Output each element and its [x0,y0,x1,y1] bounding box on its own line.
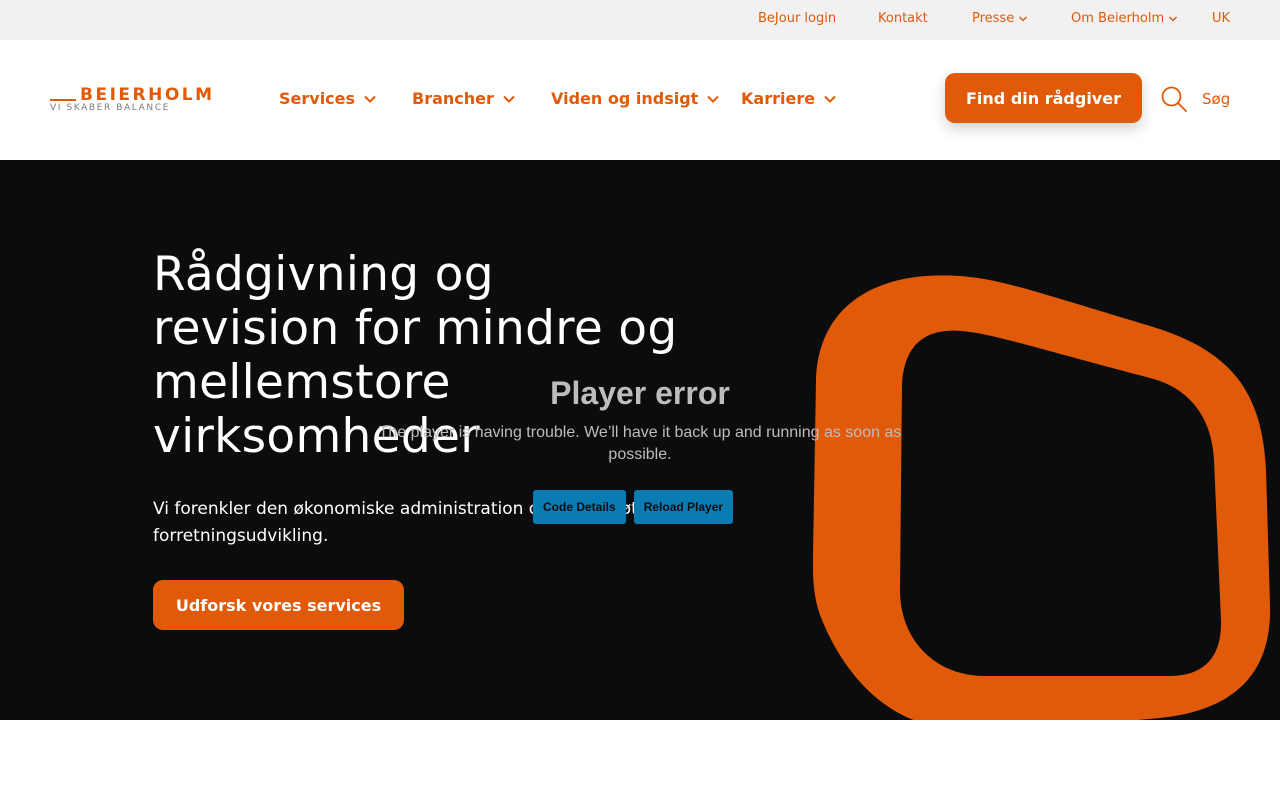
presse-label: Presse [972,11,1015,26]
chevron-down-icon [364,95,376,103]
player-error-title: Player error [550,375,730,411]
search-label[interactable]: Søg [1202,90,1230,108]
nav-karriere[interactable]: Karriere [741,89,837,108]
explore-services-button[interactable]: Udforsk vores services [153,580,404,630]
logo-accent-line [50,99,76,101]
logo-wordmark: BEIERHOLM [80,85,215,105]
utility-bar: BeJour login Kontakt Presse Om Beierholm… [0,0,1280,40]
logo-tagline: VI SKABER BALANCE [50,103,170,113]
nav-services[interactable]: Services [279,89,377,108]
kontakt-link[interactable]: Kontakt [878,11,928,26]
code-details-button[interactable]: Code Details [533,490,626,524]
nav-brancher[interactable]: Brancher [412,89,516,108]
main-header: BEIERHOLM VI SKABER BALANCE Services Bra… [0,40,1280,160]
presse-link[interactable]: Presse [972,11,1028,26]
player-error-actions: Code Details Reload Player [533,490,734,524]
player-error-overlay: Player error The player is having troubl… [360,375,920,524]
om-beierholm-label: Om Beierholm [1071,11,1165,26]
search-icon[interactable] [1160,85,1188,113]
uk-language-link[interactable]: UK [1212,11,1230,26]
nav-brancher-label: Brancher [412,89,494,108]
chevron-down-icon [707,95,720,103]
chevron-down-icon [1169,15,1178,22]
nav-karriere-label: Karriere [741,89,816,108]
bejour-login-link[interactable]: BeJour login [758,11,836,26]
player-error-message: The player is having trouble. We’ll have… [378,424,902,463]
chevron-down-icon [1019,15,1028,22]
nav-services-label: Services [279,89,356,108]
chevron-down-icon [503,95,515,103]
kontakt-label: Kontakt [878,11,928,26]
beierholm-logo[interactable]: BEIERHOLM VI SKABER BALANCE [50,85,230,115]
om-beierholm-link[interactable]: Om Beierholm [1071,11,1178,26]
bejour-login-label: BeJour login [758,11,837,26]
decorative-orange-shape [812,275,1271,720]
chevron-down-icon [824,95,836,103]
find-advisor-button[interactable]: Find din rådgiver [945,73,1142,123]
nav-viden-og-indsigt[interactable]: Viden og indsigt [551,89,720,108]
reload-player-button[interactable]: Reload Player [633,490,734,524]
nav-viden-label: Viden og indsigt [551,89,699,108]
uk-label: UK [1212,11,1231,26]
hero-section: Rådgivning og revision for mindre og mel… [0,160,1280,720]
